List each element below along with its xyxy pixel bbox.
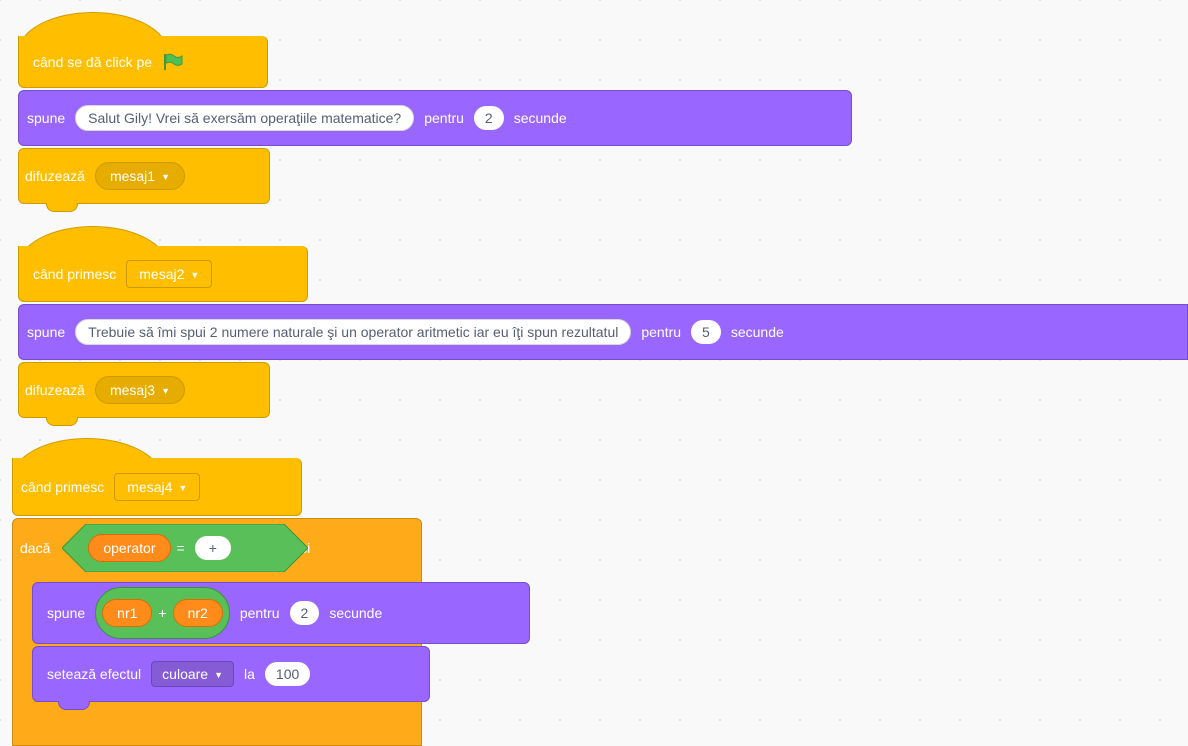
when-flag-clicked-block[interactable]: când se dă click pe	[18, 36, 268, 88]
set-effect-label: setează efectul	[47, 666, 142, 682]
condition-equals-operator[interactable]: operator = +	[62, 524, 309, 572]
set-effect-block[interactable]: setează efectul culoare ▼ la 100	[32, 646, 430, 702]
compare-value-input[interactable]: +	[194, 536, 231, 560]
broadcast-message-dropdown[interactable]: mesaj3 ▼	[94, 376, 185, 404]
say-label: spune	[27, 110, 66, 126]
seconds-input[interactable]: 2	[473, 106, 504, 130]
script-1: când se dă click pe spune Salut Gily! Vr…	[0, 0, 1188, 220]
block-bottom-notch	[46, 203, 78, 212]
receive-message-value: mesaj2	[139, 265, 185, 282]
when-i-receive-block[interactable]: când primesc mesaj2 ▼	[18, 246, 308, 302]
seconds-label: secunde	[513, 110, 567, 126]
equals-sign: =	[176, 540, 185, 556]
for-label: pentru	[641, 324, 682, 340]
broadcast-label: difuzează	[25, 382, 85, 398]
broadcast-message-value: mesaj3	[109, 382, 156, 398]
broadcast-message-dropdown[interactable]: mesaj1 ▼	[94, 162, 185, 190]
seconds-input[interactable]: 5	[691, 320, 721, 344]
receive-message-value: mesaj4	[127, 478, 173, 495]
script-3: când primesc mesaj4 ▼ dacă operator = + a…	[0, 430, 1188, 746]
seconds-input[interactable]: 2	[289, 601, 320, 625]
say-message-input[interactable]: Salut Gily! Vrei să exersăm operaţiile m…	[75, 105, 415, 131]
green-flag-icon	[164, 53, 183, 70]
effect-value-input[interactable]: 100	[264, 662, 311, 686]
say-for-secs-block[interactable]: spune nr1 + nr2 pentru 2 secunde	[32, 582, 530, 644]
broadcast-label: difuzează	[25, 168, 85, 184]
operator-variable[interactable]: operator	[88, 534, 171, 562]
broadcast-block[interactable]: difuzează mesaj1 ▼	[18, 148, 270, 204]
chevron-down-icon: ▼	[161, 172, 170, 183]
chevron-down-icon: ▼	[178, 482, 188, 493]
broadcast-message-value: mesaj1	[109, 168, 156, 184]
when-flag-label: când se dă click pe	[33, 53, 153, 70]
for-label: pentru	[239, 605, 280, 621]
say-label: spune	[27, 324, 66, 340]
block-bottom-notch	[58, 701, 90, 710]
say-for-secs-block[interactable]: spune Trebuie să îmi spui 2 numere natur…	[18, 304, 1188, 360]
say-for-secs-block[interactable]: spune Salut Gily! Vrei să exersăm operaţ…	[18, 90, 852, 146]
when-i-receive-block[interactable]: când primesc mesaj4 ▼	[12, 458, 302, 516]
script-2: când primesc mesaj2 ▼ spune Trebuie să îm…	[0, 220, 1188, 430]
add-operator[interactable]: nr1 + nr2	[95, 587, 230, 639]
block-bottom-notch	[46, 417, 78, 426]
chevron-down-icon: ▼	[214, 670, 224, 681]
nr2-variable[interactable]: nr2	[172, 599, 223, 627]
receive-message-dropdown[interactable]: mesaj2 ▼	[126, 259, 213, 288]
chevron-down-icon: ▼	[161, 386, 170, 397]
receive-message-dropdown[interactable]: mesaj4 ▼	[114, 472, 201, 501]
broadcast-block[interactable]: difuzează mesaj3 ▼	[18, 362, 270, 418]
for-label: pentru	[424, 110, 464, 126]
say-message-input[interactable]: Trebuie să îmi spui 2 numere naturale şi…	[75, 319, 632, 345]
to-label: la	[244, 666, 255, 682]
when-receive-label: când primesc	[33, 265, 117, 282]
seconds-label: secunde	[329, 605, 383, 621]
plus-sign: +	[158, 605, 167, 621]
if-header: dacă operator = + atunci	[12, 522, 422, 574]
say-label: spune	[47, 605, 86, 621]
when-receive-label: când primesc	[21, 478, 105, 495]
if-label: dacă	[20, 540, 51, 556]
effect-dropdown[interactable]: culoare ▼	[151, 661, 235, 687]
effect-value: culoare	[162, 666, 209, 682]
seconds-label: secunde	[730, 324, 784, 340]
nr1-variable[interactable]: nr1	[102, 599, 153, 627]
chevron-down-icon: ▼	[190, 269, 200, 280]
